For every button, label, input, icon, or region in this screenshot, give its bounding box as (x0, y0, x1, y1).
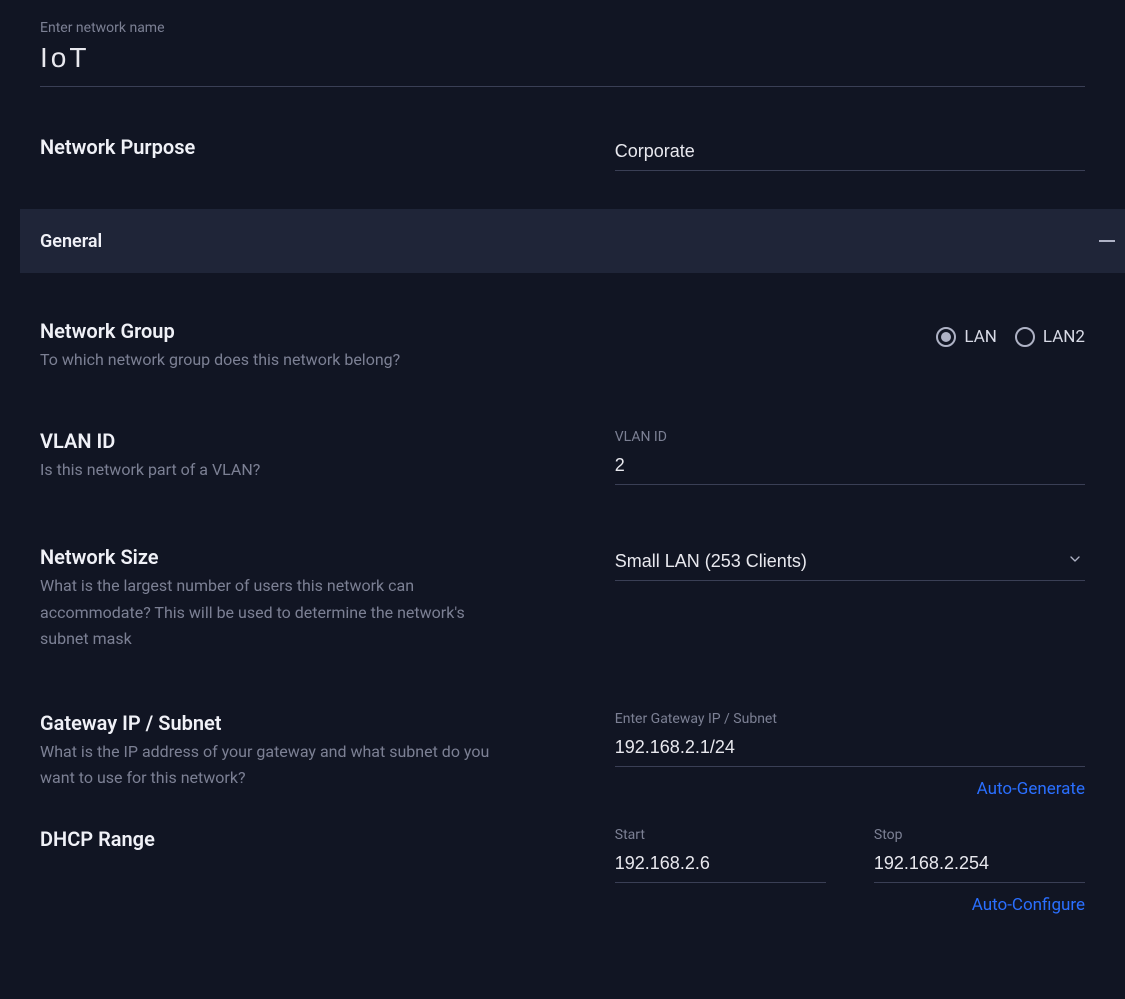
network-name-float-label: Enter network name (40, 20, 1085, 36)
vlan-float-label: VLAN ID (615, 429, 1085, 445)
gateway-float-label: Enter Gateway IP / Subnet (615, 711, 1085, 727)
radio-lan2-label: LAN2 (1043, 327, 1085, 347)
vlan-desc: Is this network part of a VLAN? (40, 457, 585, 483)
vlan-label: VLAN ID (40, 429, 585, 453)
section-general-title: General (40, 231, 102, 252)
dhcp-stop-input[interactable] (874, 847, 1085, 883)
radio-icon (1015, 327, 1035, 347)
radio-icon (936, 327, 956, 347)
network-size-select[interactable] (615, 545, 1085, 581)
network-group-desc: To which network group does this network… (40, 347, 585, 373)
dhcp-start-label: Start (615, 827, 826, 843)
radio-lan[interactable]: LAN (936, 327, 997, 347)
dhcp-stop-label: Stop (874, 827, 1085, 843)
gateway-input[interactable] (615, 731, 1085, 767)
radio-lan2[interactable]: LAN2 (1015, 327, 1085, 347)
section-general-header[interactable]: General (20, 209, 1125, 273)
vlan-id-input[interactable] (615, 449, 1085, 485)
radio-lan-label: LAN (964, 327, 997, 347)
dhcp-label: DHCP Range (40, 827, 585, 851)
network-size-label: Network Size (40, 545, 585, 569)
gateway-desc: What is the IP address of your gateway a… (40, 739, 490, 792)
gateway-label: Gateway IP / Subnet (40, 711, 585, 735)
auto-configure-link[interactable]: Auto-Configure (615, 895, 1085, 915)
network-name-input[interactable] (40, 40, 1085, 87)
minus-icon (1099, 240, 1115, 242)
auto-generate-link[interactable]: Auto-Generate (615, 779, 1085, 799)
network-size-desc: What is the largest number of users this… (40, 573, 480, 652)
network-purpose-label: Network Purpose (40, 135, 585, 159)
network-purpose-select[interactable] (615, 135, 1085, 171)
chevron-down-icon (1067, 551, 1083, 571)
dhcp-start-input[interactable] (615, 847, 826, 883)
network-group-label: Network Group (40, 319, 585, 343)
